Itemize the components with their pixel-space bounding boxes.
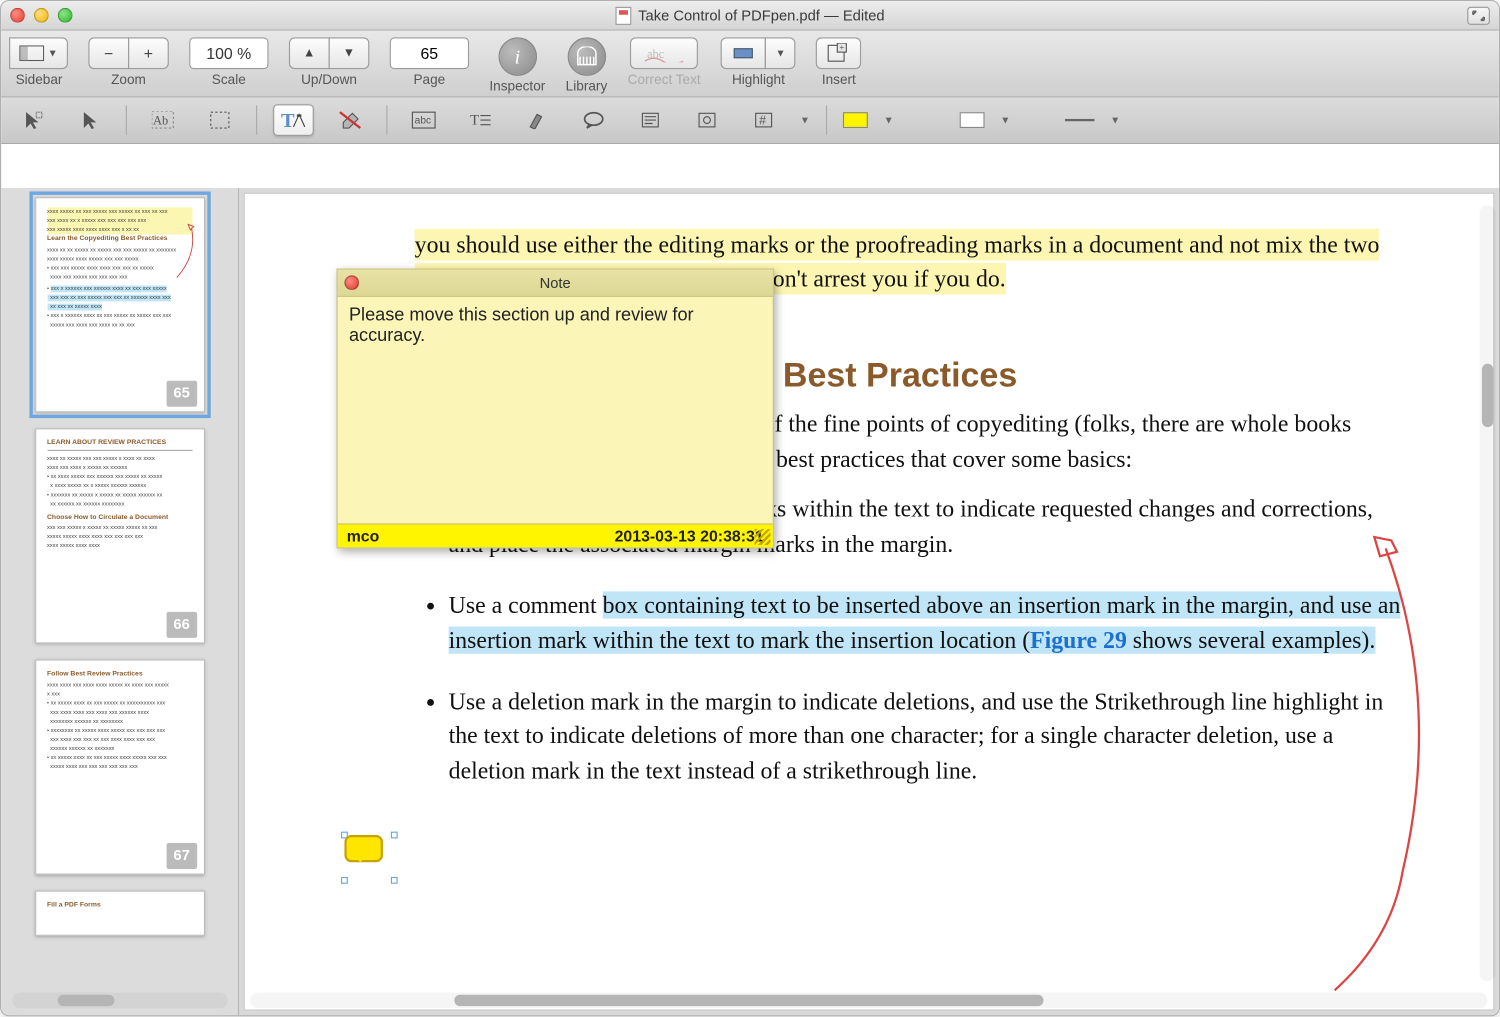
notes-tool[interactable] <box>630 104 671 136</box>
page-down-button[interactable]: ▼ <box>328 37 369 69</box>
line-style-sample[interactable] <box>1065 119 1094 121</box>
comment-tool[interactable] <box>573 104 614 136</box>
separator <box>826 105 827 134</box>
window-controls <box>10 8 72 23</box>
page-field[interactable] <box>390 37 469 69</box>
thumbnail-page-65[interactable]: xxxx xxxxx xx xxx xxxxx xxx xxxxx xx xxx… <box>35 197 205 412</box>
highlight-text-tool[interactable]: T <box>273 104 314 136</box>
number-tool[interactable]: # <box>743 104 784 136</box>
select-rectangle-tool[interactable] <box>199 104 240 136</box>
zoom-label: Zoom <box>111 71 146 87</box>
comment-annotation[interactable] <box>344 835 394 880</box>
note-close-button[interactable] <box>344 275 359 290</box>
separator <box>386 105 387 134</box>
page-up-button[interactable]: ▲ <box>289 37 330 69</box>
thumbnail-sidebar[interactable]: xxxx xxxxx xx xxx xxxxx xxx xxxxx xx xxx… <box>1 188 239 1015</box>
page-input[interactable] <box>400 44 459 62</box>
sidebar-toggle-button[interactable]: ▼ <box>9 37 68 69</box>
thumb-page-number: 65 <box>167 381 197 407</box>
eraser-tool[interactable] <box>330 104 371 136</box>
insert-label: Insert <box>822 71 856 87</box>
note-titlebar[interactable]: Note <box>338 270 773 297</box>
highlight-label: Highlight <box>732 71 785 87</box>
line-dropdown[interactable]: ▼ <box>1110 114 1120 125</box>
main-toolbar: ▼ Sidebar − + Zoom 100 % Scale ▲ ▼ Up/Do… <box>1 31 1499 98</box>
zoom-in-button[interactable]: + <box>128 37 169 69</box>
figure-link[interactable]: Figure 29 <box>1030 626 1127 653</box>
link-tool[interactable] <box>687 104 728 136</box>
inspector-button[interactable]: i <box>498 37 537 76</box>
sidebar-label: Sidebar <box>16 71 63 87</box>
close-window-button[interactable] <box>10 8 25 23</box>
window-title: Take Control of PDFpen.pdf — Edited <box>615 6 884 24</box>
svg-text:#: # <box>759 114 766 128</box>
note-resize-handle[interactable] <box>755 529 771 545</box>
color-swatch[interactable] <box>843 112 868 128</box>
correct-text-label: Correct Text <box>628 71 701 87</box>
marker-tool[interactable] <box>517 104 558 136</box>
select-tool[interactable] <box>69 104 110 136</box>
highlight-button[interactable] <box>721 37 766 69</box>
thumbnail-page-66[interactable]: LEARN ABOUT REVIEW PRACTICES xxxx xx xxx… <box>35 428 205 643</box>
thumb-page-number: 66 <box>167 612 197 638</box>
inspector-label: Inspector <box>489 78 545 94</box>
vertical-scrollbar[interactable] <box>1480 205 1496 981</box>
svg-text:+: + <box>840 43 845 52</box>
color-dropdown[interactable]: ▼ <box>884 114 894 125</box>
fill-dropdown[interactable]: ▼ <box>1000 114 1010 125</box>
correct-text-button: abc <box>630 37 698 69</box>
edit-select-tool[interactable] <box>12 104 53 136</box>
list-item: Use a deletion mark in the margin to ind… <box>449 684 1403 787</box>
thumbnail-page-68[interactable]: Fill a PDF Forms <box>35 891 205 936</box>
scale-label: Scale <box>212 71 246 87</box>
list-item: Use a comment box containing text to be … <box>449 588 1403 657</box>
fullscreen-button[interactable] <box>1467 6 1490 24</box>
ocr-tool[interactable]: abc <box>403 104 444 136</box>
svg-text:Ab: Ab <box>153 114 168 128</box>
fill-swatch[interactable] <box>959 112 984 128</box>
insert-button[interactable]: + <box>816 37 861 69</box>
zoom-window-button[interactable] <box>58 8 73 23</box>
note-title-label: Note <box>540 274 571 291</box>
note-author: mco <box>347 527 380 545</box>
zoom-out-button[interactable]: − <box>88 37 129 69</box>
format-text-tool[interactable]: T <box>460 104 501 136</box>
note-popup[interactable]: Note Please move this section up and rev… <box>337 269 774 549</box>
highlight-menu-button[interactable]: ▼ <box>765 37 796 69</box>
thumb-page-number: 67 <box>167 843 197 869</box>
page-label: Page <box>413 71 445 87</box>
titlebar: Take Control of PDFpen.pdf — Edited <box>1 1 1499 30</box>
minimize-window-button[interactable] <box>34 8 49 23</box>
select-text-tool[interactable]: Ab <box>143 104 184 136</box>
document-icon <box>615 6 631 24</box>
note-footer: mco 2013-03-13 20:38:31 <box>338 523 773 547</box>
note-timestamp: 2013-03-13 20:38:31 <box>615 527 764 545</box>
filename-label: Take Control of PDFpen.pdf <box>638 7 820 24</box>
tools-toolbar: Ab T abc T # ▼ ▼ ▼ ▼ <box>1 97 1499 143</box>
tools-dropdown[interactable]: ▼ <box>800 114 810 125</box>
edited-label: Edited <box>843 7 885 24</box>
updown-label: Up/Down <box>301 71 357 87</box>
comment-bubble-icon <box>344 835 383 862</box>
library-button[interactable] <box>567 37 606 76</box>
svg-text:T: T <box>470 113 479 129</box>
sidebar-horizontal-scrollbar[interactable] <box>12 993 227 1009</box>
content-horizontal-scrollbar[interactable] <box>250 993 1487 1009</box>
scale-field[interactable]: 100 % <box>189 37 268 69</box>
thumbnail-page-67[interactable]: Follow Best Review Practices xxxx xxxx x… <box>35 659 205 874</box>
svg-text:abc: abc <box>415 115 431 126</box>
scale-value: 100 % <box>199 44 258 62</box>
library-label: Library <box>566 78 608 94</box>
note-body[interactable]: Please move this section up and review f… <box>338 297 773 524</box>
separator <box>256 105 257 134</box>
separator <box>126 105 127 134</box>
app-window: Take Control of PDFpen.pdf — Edited ▼ Si… <box>0 0 1500 1016</box>
